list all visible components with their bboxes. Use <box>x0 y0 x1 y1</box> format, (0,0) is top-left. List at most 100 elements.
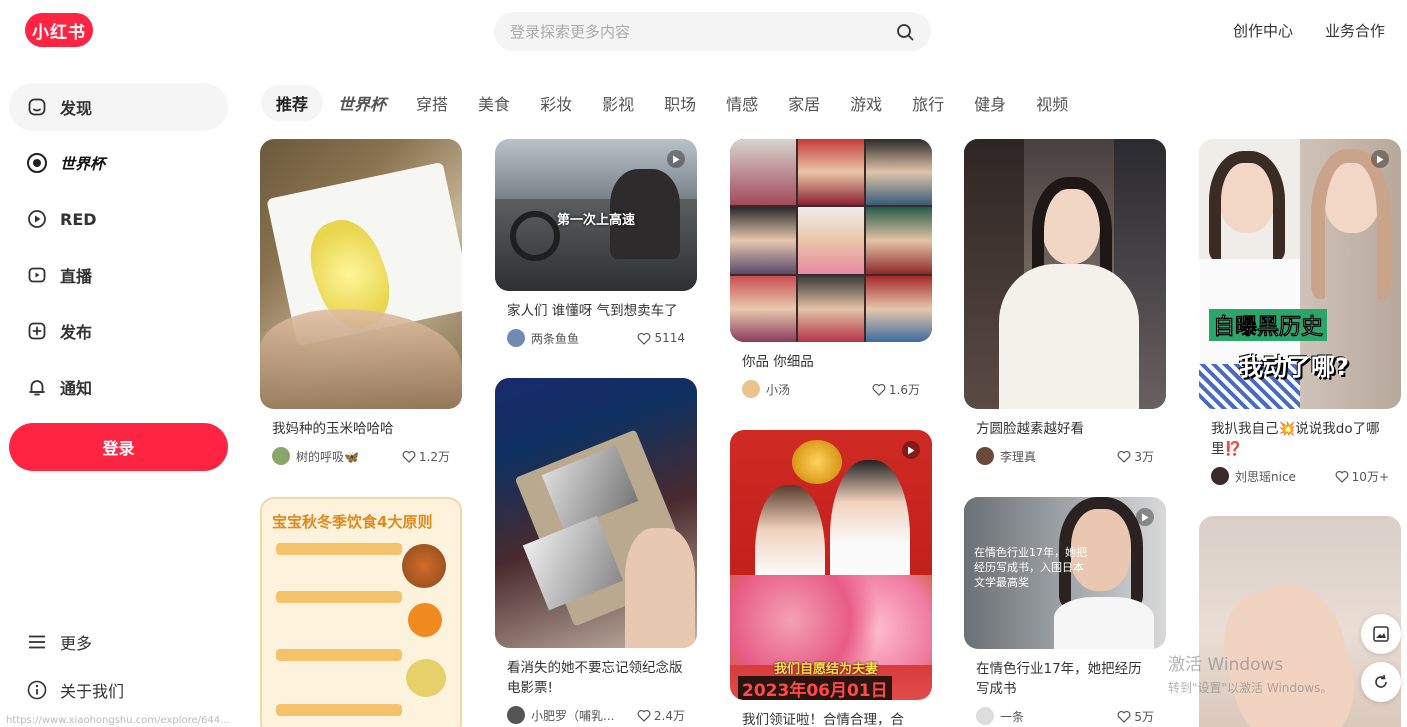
play-icon[interactable] <box>902 441 920 459</box>
author-name[interactable]: 刘思瑶nice <box>1235 468 1335 485</box>
cover-date: 2023年06月01日 <box>738 676 892 700</box>
play-icon[interactable] <box>1371 150 1389 168</box>
tab-recommend[interactable]: 推荐 <box>261 85 324 121</box>
avatar[interactable] <box>507 706 525 724</box>
sidebar-item-explore[interactable]: 发现 <box>9 83 228 131</box>
note-cover[interactable] <box>495 378 697 648</box>
business-link[interactable]: 业务合作 <box>1325 20 1385 41</box>
tab-outfit[interactable]: 穿搭 <box>401 85 463 121</box>
login-button[interactable]: 登录 <box>9 423 228 471</box>
author-name[interactable]: 树的呼吸🦋 <box>296 448 402 465</box>
note-title[interactable]: 我扒我自己💥说说我do了哪里⁉️ <box>1211 419 1389 459</box>
search-bar[interactable] <box>494 12 931 51</box>
note-card[interactable]: 你品 你细品 小汤 1.6万 <box>730 139 932 398</box>
sidebar-item-label: 更多 <box>60 634 93 653</box>
author-name[interactable]: 小肥罗（哺乳... <box>531 707 637 724</box>
note-card[interactable]: 宝宝秋冬季饮食4大原则 <box>260 497 462 727</box>
tab-video[interactable]: 视频 <box>1021 85 1083 121</box>
tab-career[interactable]: 职场 <box>649 85 711 121</box>
heart-icon <box>872 383 886 396</box>
avatar[interactable] <box>742 380 760 398</box>
note-meta: 小汤 1.6万 <box>742 380 920 398</box>
windows-activation-watermark: 激活 Windows 转到"设置"以激活 Windows。 <box>1168 650 1332 696</box>
avatar[interactable] <box>1211 467 1229 485</box>
like-button[interactable]: 2.4万 <box>637 707 685 724</box>
sidebar-item-about[interactable]: 关于我们 <box>9 666 228 714</box>
note-cover[interactable] <box>964 139 1166 409</box>
cover-caption: 我动了哪? <box>1239 353 1349 381</box>
tab-games[interactable]: 游戏 <box>835 85 897 121</box>
note-title[interactable]: 方圆脸越素越好看 <box>976 419 1154 439</box>
like-button[interactable]: 10万+ <box>1335 468 1389 485</box>
note-cover[interactable]: 宝宝秋冬季饮食4大原则 <box>260 497 462 727</box>
avatar[interactable] <box>272 447 290 465</box>
like-count: 1.6万 <box>888 382 920 397</box>
play-icon[interactable] <box>1136 508 1154 526</box>
note-title[interactable]: 我们领证啦！合情合理，合 <box>742 710 920 727</box>
sidebar-item-label: RED <box>60 209 97 229</box>
note-title[interactable]: 我妈种的玉米哈哈哈 <box>272 419 450 439</box>
like-button[interactable]: 5114 <box>637 331 685 345</box>
note-cover[interactable] <box>730 139 932 342</box>
author-name[interactable]: 小汤 <box>766 381 872 398</box>
author-name[interactable]: 李理真 <box>1000 448 1117 465</box>
logo[interactable]: 小红书 <box>25 13 93 47</box>
sidebar-item-notifications[interactable]: 通知 <box>9 363 228 411</box>
heart-icon <box>402 450 416 463</box>
play-circle-icon <box>26 208 48 230</box>
info-icon <box>26 679 48 701</box>
search-icon[interactable] <box>895 22 915 42</box>
author-name[interactable]: 两条鱼鱼 <box>531 330 637 347</box>
tab-makeup[interactable]: 彩妆 <box>525 85 587 121</box>
creator-center-link[interactable]: 创作中心 <box>1233 20 1293 41</box>
note-card[interactable]: 看消失的她不要忘记领纪念版电影票! 小肥罗（哺乳... 2.4万 <box>495 378 697 724</box>
heart-icon <box>637 709 651 722</box>
like-button[interactable]: 3万 <box>1117 448 1154 465</box>
sidebar-item-red[interactable]: RED <box>9 195 228 243</box>
tab-fitness[interactable]: 健身 <box>959 85 1021 121</box>
note-title[interactable]: 在情色行业17年，她把经历写成书 <box>976 659 1154 699</box>
note-cover[interactable]: 在情色行业17年，她把经历写成书，入围日本文学最高奖 <box>964 497 1166 649</box>
tab-food[interactable]: 美食 <box>463 85 525 121</box>
like-button[interactable]: 5万 <box>1117 708 1154 725</box>
author-name[interactable]: 一条 <box>1000 708 1117 725</box>
note-cover[interactable] <box>260 139 462 409</box>
avatar[interactable] <box>976 707 994 725</box>
sidebar-item-worldcup[interactable]: 世界杯 <box>9 139 228 187</box>
like-button[interactable]: 1.2万 <box>402 448 450 465</box>
note-title[interactable]: 你品 你细品 <box>742 352 920 372</box>
heart-icon <box>638 332 651 345</box>
activation-line1: 激活 Windows <box>1168 655 1284 675</box>
note-title[interactable]: 家人们 谁懂呀 气到想卖车了 <box>507 301 685 321</box>
sidebar-item-more[interactable]: 更多 <box>9 618 228 666</box>
sidebar-item-label: 直播 <box>60 267 93 286</box>
note-card[interactable]: 在情色行业17年，她把经历写成书，入围日本文学最高奖 在情色行业17年，她把经历… <box>964 497 1166 725</box>
note-card[interactable]: 第一次上高速 家人们 谁懂呀 气到想卖车了 两条鱼鱼 5114 <box>495 139 697 347</box>
heart-icon <box>1117 450 1131 463</box>
tab-movies[interactable]: 影视 <box>587 85 649 121</box>
refresh-button[interactable] <box>1361 662 1401 702</box>
sidebar-item-publish[interactable]: 发布 <box>9 307 228 355</box>
avatar[interactable] <box>976 447 994 465</box>
note-cover[interactable]: 我们自愿结为夫妻 2023年06月01日 <box>730 430 932 700</box>
tab-home[interactable]: 家居 <box>773 85 835 121</box>
note-cover[interactable]: 第一次上高速 <box>495 139 697 291</box>
note-card[interactable]: 方圆脸越素越好看 李理真 3万 <box>964 139 1166 465</box>
note-title[interactable]: 看消失的她不要忘记领纪念版电影票! <box>507 658 685 698</box>
worldcup-icon <box>26 152 48 174</box>
sidebar-item-live[interactable]: 直播 <box>9 251 228 299</box>
image-search-button[interactable] <box>1361 614 1401 654</box>
tab-emotion[interactable]: 情感 <box>711 85 773 121</box>
play-icon[interactable] <box>667 150 685 168</box>
like-count: 5114 <box>654 331 685 345</box>
note-card[interactable]: 自曝黑历史 我动了哪? 我扒我自己💥说说我do了哪里⁉️ 刘思瑶nice 10万… <box>1199 139 1401 485</box>
cover-caption: 我们自愿结为夫妻 <box>774 662 879 677</box>
search-input[interactable] <box>510 22 895 41</box>
avatar[interactable] <box>507 329 525 347</box>
note-card[interactable]: 我们自愿结为夫妻 2023年06月01日 我们领证啦！合情合理，合 <box>730 430 932 727</box>
tab-worldcup[interactable]: 世界杯 <box>323 85 401 121</box>
note-card[interactable]: 我妈种的玉米哈哈哈 树的呼吸🦋 1.2万 <box>260 139 462 465</box>
like-button[interactable]: 1.6万 <box>872 381 920 398</box>
tab-travel[interactable]: 旅行 <box>897 85 959 121</box>
note-cover[interactable]: 自曝黑历史 我动了哪? <box>1199 139 1401 409</box>
